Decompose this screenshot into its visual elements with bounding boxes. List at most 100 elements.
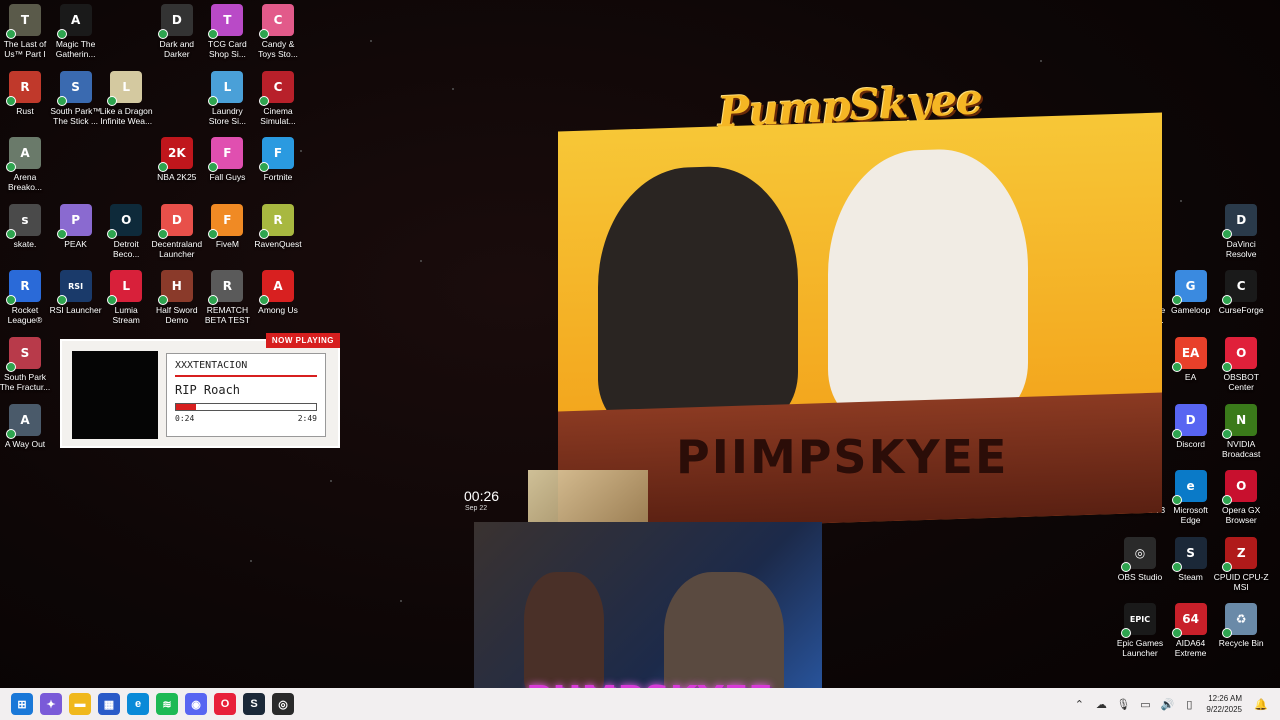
desktop-icon-label: Opera GX Browser (1222, 505, 1261, 526)
desktop-icon[interactable]: ◎ OBS Studio (1111, 536, 1169, 601)
copilot-icon[interactable]: ✦ (40, 693, 62, 715)
desktop-icon[interactable]: AA Way Out (0, 403, 54, 468)
desktop-icon[interactable]: A Magic The Gatherin... (47, 4, 105, 68)
rocket-league-icon: R (6, 270, 41, 306)
clock-widget-time: 00:26 (464, 488, 500, 504)
candy-icon: C (259, 4, 294, 39)
desktop-icon[interactable]: C Candy & Toys Sto... (249, 4, 307, 68)
gameloop-icon: G (1171, 270, 1207, 306)
desktop: T The Last of Us™ Part I A Magic The Gather… (0, 0, 1280, 720)
desktop-icon-label: Recycle Bin (1218, 638, 1264, 649)
discord-taskbar-icon[interactable]: ◉ (185, 693, 207, 715)
opera-gx-taskbar-icon[interactable]: O (214, 693, 236, 715)
obs-icon: ◎ (1121, 536, 1156, 572)
desktop-icon[interactable]: F Fortnite (249, 137, 307, 201)
awayout-icon: A (6, 403, 41, 439)
wallpaper-person-left (598, 163, 798, 431)
now-playing-widget: NOW PLAYING XXXTENTACION RIP Roach 0:24 … (60, 333, 340, 448)
desktop-icon-label: Cinema Simulat... (260, 105, 296, 126)
track-progress-fill (176, 404, 196, 410)
desktop-icon[interactable]: R REMATCH BETA TEST (198, 270, 256, 334)
epic-icon: EPIC (1121, 603, 1156, 639)
desktop-icon[interactable]: ♻ Recycle Bin (1212, 603, 1270, 667)
desktop-icon-label: A Way Out (4, 438, 46, 449)
laundry-icon: L (208, 70, 244, 106)
skate-icon: s (6, 203, 41, 239)
windows-start-icon[interactable]: ⊞ (11, 693, 33, 715)
detroit-icon: O (107, 203, 143, 239)
clock-widget-date: Sep 22 (465, 505, 488, 512)
desktop-icon[interactable]: S South Park The Fractur... (0, 337, 54, 401)
curseforge-icon: C (1222, 270, 1258, 306)
desktop-icon-label: Candy & Toys Sto... (258, 39, 298, 59)
southpark-fractured-icon: S (6, 337, 41, 372)
chevron-up-icon[interactable]: ⌃ (1072, 698, 1086, 711)
desktop-icon[interactable]: F FiveM (198, 203, 256, 268)
network-icon[interactable]: ▭ (1138, 698, 1152, 711)
fortnite-icon: F (259, 137, 294, 173)
obs-taskbar-icon[interactable]: ◎ (272, 693, 294, 715)
desktop-icon[interactable]: O OBSBOT Center (1212, 337, 1270, 401)
edge-taskbar-icon[interactable]: e (127, 693, 149, 715)
cloud-icon[interactable]: ☁ (1094, 698, 1108, 711)
desktop-icon[interactable]: G Gameloop (1162, 270, 1220, 334)
desktop-icon[interactable]: Z CPUID CPU-Z MSI (1212, 536, 1270, 601)
desktop-icon[interactable]: 2K NBA 2K25 (148, 137, 206, 201)
notification-icon[interactable]: 🔔 (1254, 698, 1268, 711)
tlou-icon: T (6, 4, 41, 39)
desktop-icon[interactable]: C CurseForge (1212, 270, 1270, 334)
battery-icon[interactable]: ▯ (1182, 698, 1196, 711)
decentraland-icon: D (157, 203, 193, 239)
now-playing-info: XXXTENTACION RIP Roach 0:24 2:49 (166, 353, 326, 437)
desktop-icon[interactable]: 64 AIDA64 Extreme (1162, 603, 1220, 667)
peak-icon: P (56, 203, 92, 239)
track-title: RIP Roach (175, 383, 241, 397)
wallpaper-desk-text: PIIMPSKYEE (676, 430, 1009, 484)
amongus-icon: A (259, 270, 294, 306)
tcg-icon: T (208, 4, 244, 39)
spotify-icon[interactable]: ≋ (156, 693, 178, 715)
rematch-icon: R (208, 270, 244, 306)
steam-taskbar-icon[interactable]: S (243, 693, 265, 715)
taskbar-date: 9/22/2025 (1206, 705, 1242, 714)
desktop-icon-label: Among Us (258, 305, 298, 316)
desktop-icon[interactable]: L Like a Dragon Infinite Wea... (97, 70, 155, 135)
desktop-icon[interactable]: D Decentraland Launcher (148, 203, 206, 268)
desktop-icon[interactable]: D DaVinci Resolve (1212, 203, 1270, 268)
desktop-icon[interactable]: A Among Us (249, 270, 307, 334)
desktop-icon[interactable]: O Opera GX Browser (1212, 470, 1270, 534)
store-icon[interactable]: ▦ (98, 693, 120, 715)
file-explorer-icon[interactable]: ▬ (69, 693, 91, 715)
desktop-icon[interactable]: C Cinema Simulat... (249, 70, 307, 135)
rsi-icon: RSI (56, 270, 92, 306)
desktop-icon[interactable]: N NVIDIA Broadcast (1212, 403, 1270, 468)
desktop-icon[interactable]: R RavenQuest (249, 203, 307, 268)
mtg-icon: A (56, 4, 92, 39)
microphone-icon[interactable]: 🎙 (1116, 698, 1130, 711)
rust-icon: R (6, 70, 41, 106)
fallguys-icon: F (208, 137, 244, 173)
like-dragon-icon: L (107, 70, 143, 106)
desktop-icon[interactable]: F Fall Guys (198, 137, 256, 201)
nvidia-icon: N (1222, 403, 1258, 439)
recycle-bin-icon: ♻ (1222, 603, 1258, 639)
wallpaper-person-right (828, 146, 1028, 424)
desktop-icon-label: CPUID CPU-Z MSI (1213, 571, 1269, 592)
desktop-icon[interactable]: A Arena Breako... (0, 137, 54, 201)
desktop-icon-label: DaVinci Resolve (1225, 238, 1257, 259)
cinema-icon: C (259, 70, 294, 106)
now-playing-badge: NOW PLAYING (265, 333, 340, 348)
desktop-icon-label: Arena Breako... (7, 172, 43, 193)
davinci-icon: D (1222, 203, 1258, 239)
taskbar-clock[interactable]: 12:26 AM 9/22/2025 (1206, 693, 1242, 715)
nba-icon: 2K (157, 137, 193, 173)
arena-icon: A (6, 137, 41, 173)
desktop-icon-label: OBSBOT Center (1223, 372, 1259, 392)
fivem-icon: F (208, 203, 244, 239)
aida64-icon: 64 (1171, 603, 1207, 639)
webcam-person-left (524, 572, 604, 692)
halfsword-icon: H (157, 270, 193, 306)
volume-icon[interactable]: 🔊 (1160, 698, 1175, 711)
taskbar-time: 12:26 AM (1208, 694, 1242, 703)
track-duration: 2:49 (297, 414, 317, 423)
